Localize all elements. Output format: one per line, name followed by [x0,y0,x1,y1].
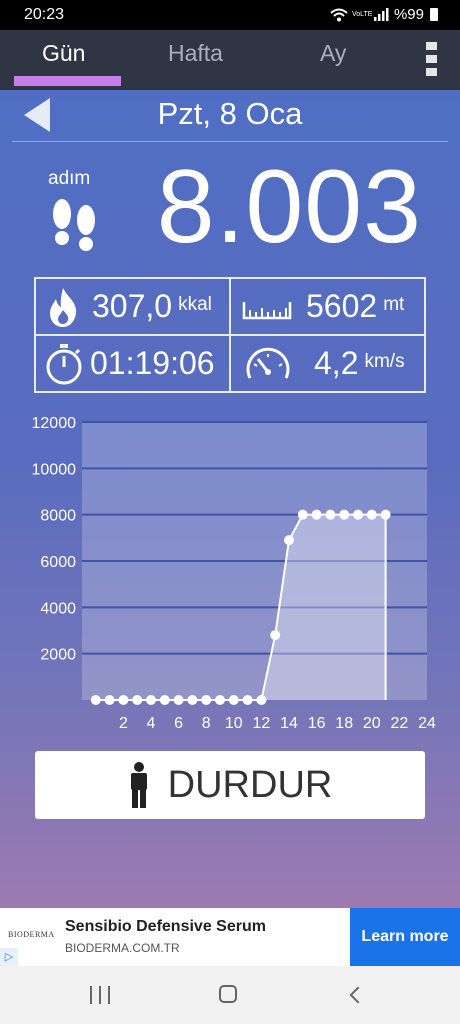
divider [12,141,448,142]
volte-badge: VoLTE [351,11,373,18]
data-point [256,695,267,705]
data-point [132,695,143,705]
x-tick-label: 4 [147,715,156,732]
data-point [146,695,156,705]
data-point [270,630,281,641]
person-icon [130,762,147,808]
duration-value: 01:19:06 [90,345,215,381]
x-tick-label: 6 [174,715,183,732]
wifi-icon [330,8,348,21]
y-tick-label: 4000 [40,600,76,617]
data-point [173,695,184,705]
x-tick-label: 12 [253,715,271,732]
stop-button[interactable]: DURDUR [35,751,425,819]
adchoices-icon[interactable]: ▷ [0,948,18,966]
data-point [104,695,115,705]
ruler-icon [242,301,292,319]
ad-banner[interactable]: BIODERMA ▷ Sensibio Defensive Serum BIOD… [0,908,460,966]
speed-value: 4,2 [314,345,359,381]
duration-cell: 01:19:06 [44,336,215,391]
y-tick-label: 12000 [32,415,77,432]
main-content: Pzt, 8 Oca adım 8.003 307,0 kkal 5602 mt [0,90,460,908]
y-tick-label: 6000 [40,554,76,571]
y-tick-label: 8000 [40,508,76,525]
stop-button-label: DURDUR [167,763,333,806]
data-point [90,695,101,705]
data-point [380,509,391,520]
data-point [311,509,322,520]
data-point [353,509,363,520]
speed-cell: 4,2 km/s [244,336,405,391]
x-tick-label: 24 [418,715,436,732]
overflow-menu-icon[interactable] [426,42,438,76]
distance-cell: 5602 mt [242,279,404,334]
steps-chart: 200040006000800010000120002 4 6 8 10 12 14 16 18… [32,415,437,732]
home-icon[interactable] [219,985,237,1003]
flame-icon [50,287,77,327]
data-point [159,695,170,705]
data-point [339,509,350,520]
recent-apps-icon[interactable] [90,986,110,1004]
distance-unit: mt [383,293,405,315]
speed-unit: km/s [364,350,405,372]
status-icons: VoLTE %99 [330,6,438,23]
steps-label: adım [48,168,91,189]
y-tick-label: 10000 [32,461,77,478]
data-point [284,535,294,546]
system-nav-bar [0,966,460,1024]
data-point [215,695,225,705]
active-tab-indicator [14,76,121,86]
battery-percent: %99 [393,6,424,23]
tab-bar: Gün Hafta Ay [0,30,460,90]
data-point [325,509,336,520]
calories-value: 307,0 [92,288,173,324]
data-point [228,695,239,705]
data-point [366,509,377,520]
stopwatch-icon [46,343,82,384]
data-point [242,695,253,705]
stats-grid: 307,0 kkal 5602 mt 01:19:06 4,2 km/s [34,277,426,393]
ad-logo: BIODERMA [8,930,55,939]
battery-icon [430,8,438,21]
footprints-icon [53,199,95,251]
ad-cta-button[interactable]: Learn more [350,908,460,966]
data-point [118,695,129,705]
ad-title[interactable]: Sensibio Defensive Serum [65,918,266,936]
calories-unit: kkal [178,293,212,315]
status-time: 20:23 [24,6,65,23]
y-tick-label: 2000 [40,647,76,664]
x-tick-label: 22 [391,715,409,732]
tab-day[interactable]: Gün [42,40,85,67]
data-point [201,695,212,705]
x-tick-label: 16 [308,715,326,732]
back-icon[interactable] [349,986,367,1004]
status-bar: 20:23 VoLTE %99 [0,0,460,30]
date-navigation: Pzt, 8 Oca [0,90,460,140]
data-point [297,509,308,520]
tab-month[interactable]: Ay [320,40,346,67]
x-tick-label: 20 [363,715,381,732]
x-tick-label: 14 [280,715,298,732]
speedometer-icon [246,347,290,379]
distance-value: 5602 [306,288,378,324]
ad-url: BIODERMA.COM.TR [65,941,180,955]
tab-week[interactable]: Hafta [168,40,223,67]
data-point [187,695,198,705]
step-count: 8.003 [156,149,422,265]
x-tick-label: 18 [335,715,353,732]
calories-cell: 307,0 kkal [46,279,212,334]
selected-date: Pzt, 8 Oca [157,96,303,131]
x-tick-label: 8 [202,715,211,732]
signal-icon [373,8,389,21]
x-tick-label: 10 [225,715,243,732]
x-tick-label: 2 [119,715,128,732]
